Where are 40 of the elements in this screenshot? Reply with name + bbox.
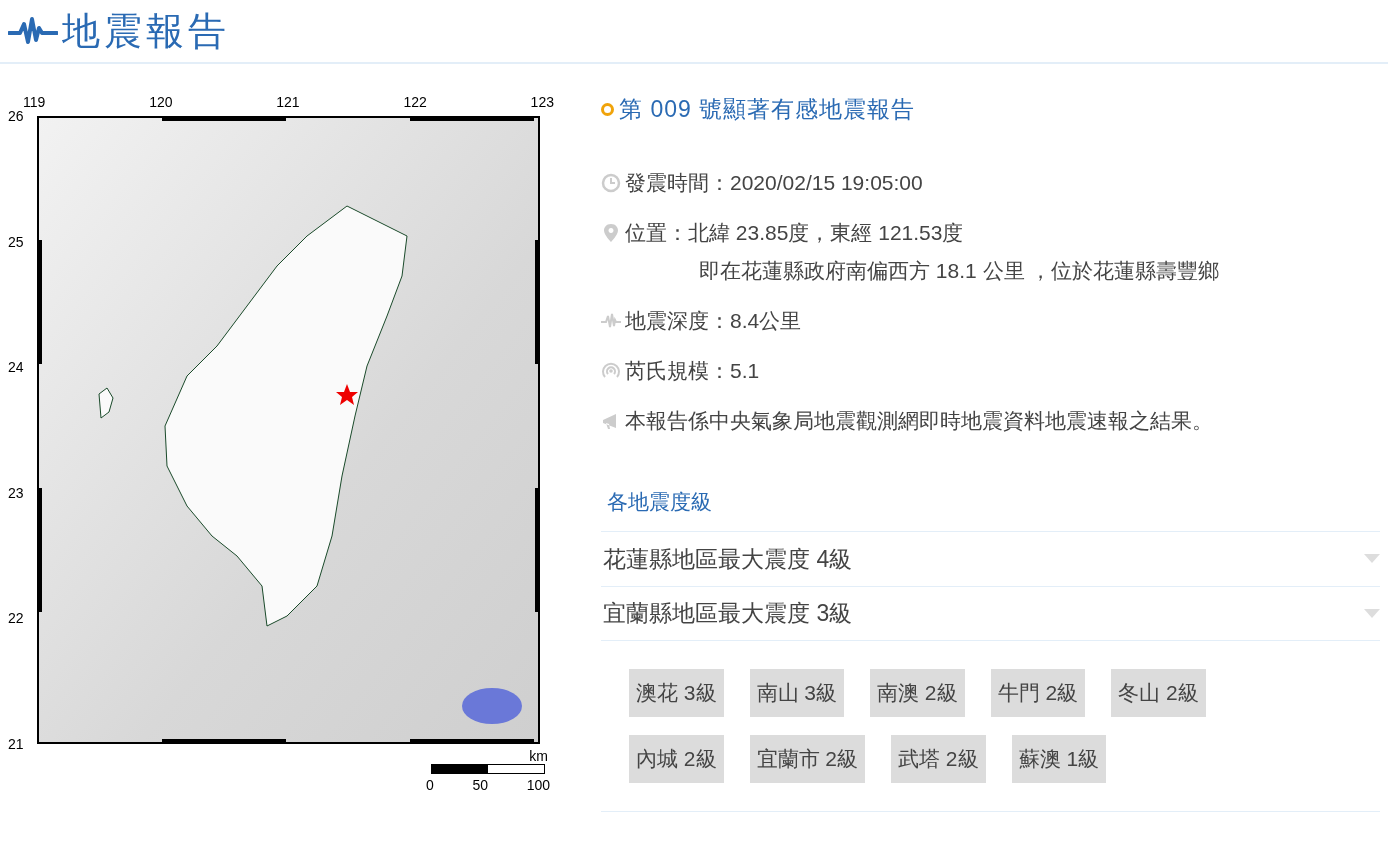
station-intensity-tag: 冬山 2級 [1111,669,1206,717]
caret-icon [1364,608,1380,619]
latitude-label: 26 [8,108,25,124]
scale-label: 50 [472,776,488,794]
scale-label: 0 [426,776,434,794]
info-text: 本報告係中央氣象局地震觀測網即時地震資料地震速報之結果。 [625,408,1213,434]
caret-icon [1364,554,1380,564]
latitude-label: 25 [8,233,25,250]
report-title: 第 009 號顯著有感地震報告 [619,95,916,124]
station-intensity-tag: 武塔 2級 [891,735,986,783]
info-detail: 即在花蓮縣政府南偏西方 18.1 公里 ，位於花蓮縣壽豐鄉 [698,258,1220,284]
longitude-label: 122 [403,94,427,112]
station-intensity-tag: 內城 2級 [629,735,724,783]
station-intensity-tag: 南山 3級 [749,669,845,717]
section-heading: 各地震度級 [607,489,713,515]
info-text: 發震時間：2020/02/15 19:05:00 [625,170,923,196]
station-intensity-tag: 牛門 2級 [990,669,1086,717]
seismic-wave-icon [8,16,58,46]
longitude-label: 120 [149,94,173,112]
info-text: 芮氏規模：5.1 [625,358,760,384]
region-accordion-header[interactable]: 宜蘭縣地區最大震度 3級 [601,586,1380,641]
info-text: 地震深度：8.4公里 [625,308,802,334]
info-text: 位置：北緯 23.85度，東經 121.53度 [625,220,965,246]
scale-unit: km [529,748,548,764]
clock-icon [601,173,621,193]
longitude-label: 119 [23,94,46,112]
station-intensity-tag: 宜蘭市 2級 [749,735,866,783]
latitude-label: 22 [8,610,25,627]
location-pin-icon [601,223,621,243]
latitude-label: 23 [8,484,25,501]
station-intensity-tag: 澳花 3級 [629,669,724,717]
latitude-label: 24 [8,359,25,376]
status-dot-icon [601,103,614,116]
scale-label: 100 [526,776,550,794]
longitude-label: 121 [276,94,300,112]
station-intensity-tag: 南澳 2級 [870,669,965,717]
station-intensity-tag: 蘇澳 1級 [1011,735,1107,783]
latitude-label: 21 [8,735,25,752]
page-title: 地震報告 [62,8,230,54]
longitude-label: 123 [530,94,554,112]
